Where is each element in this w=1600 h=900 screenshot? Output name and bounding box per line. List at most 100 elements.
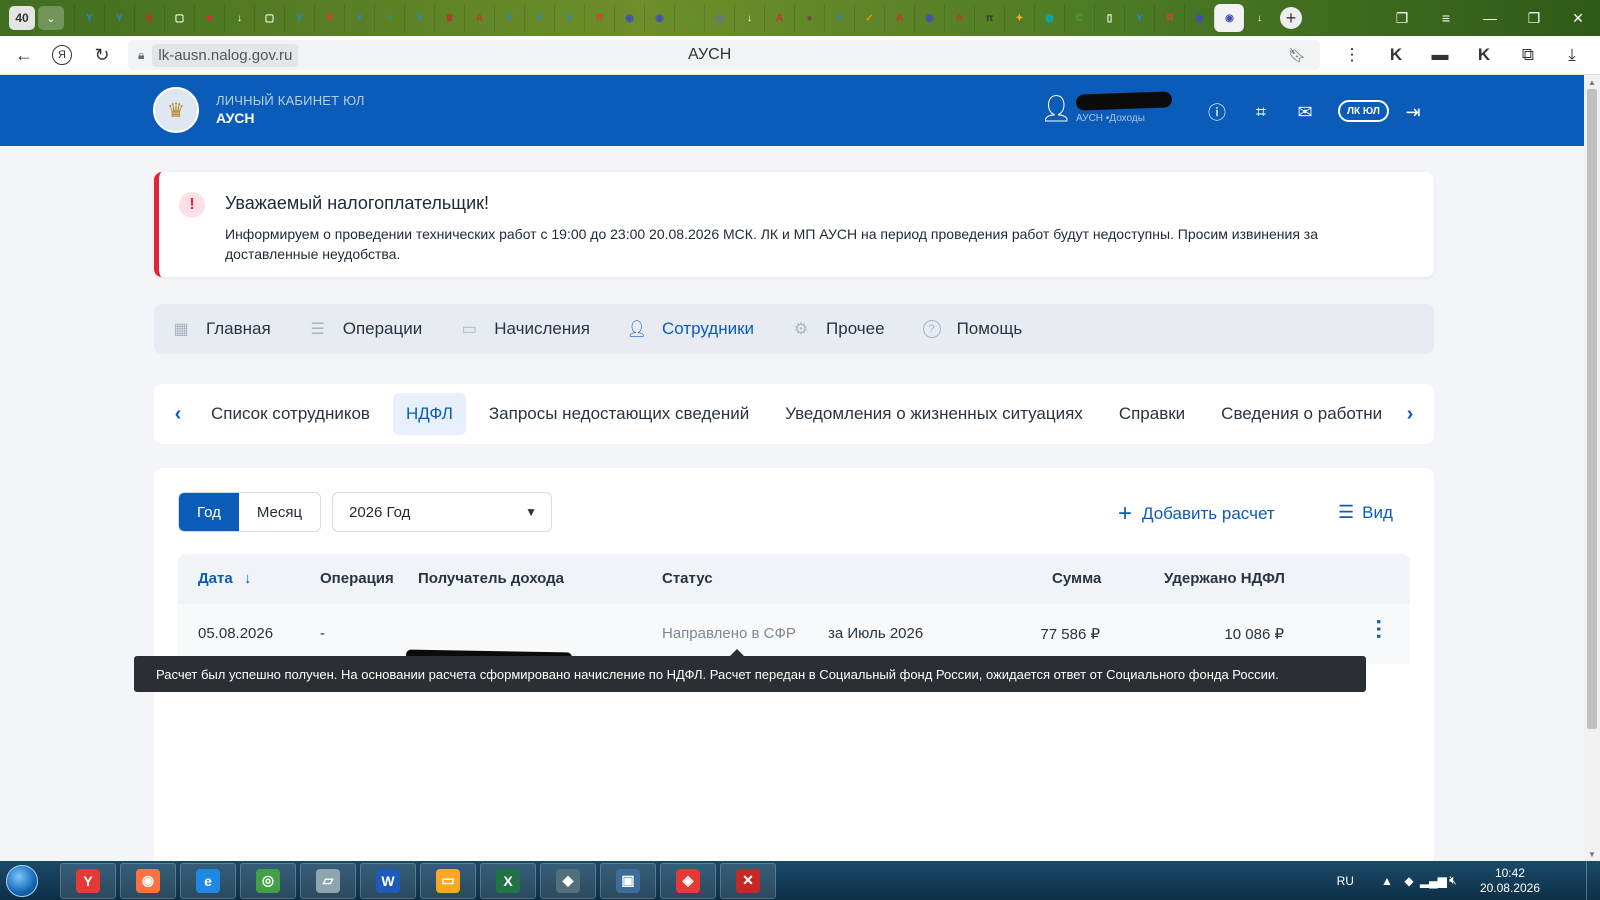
taskbar-app-button[interactable]: ◈ — [660, 862, 716, 899]
browser-tab[interactable]: C — [674, 4, 704, 32]
browser-tab[interactable]: π — [974, 4, 1004, 32]
browser-tab[interactable]: Y — [104, 4, 134, 32]
user-profile[interactable]: 👤︎ АУСН •Доходы — [1040, 91, 1173, 124]
browser-tab[interactable]: Я — [314, 4, 344, 32]
browser-tab[interactable]: Y — [404, 4, 434, 32]
qr-scan-icon[interactable]: ⌗ — [1248, 99, 1274, 125]
subtab[interactable]: Запросы недостающих сведений — [476, 393, 762, 435]
subtab[interactable]: Список сотрудников — [198, 393, 383, 435]
url-text[interactable]: lk-ausn.nalog.gov.ru — [152, 43, 299, 67]
add-calculation-button[interactable]: + Добавить расчет — [1118, 502, 1275, 526]
nav-item[interactable]: ▦ Главная — [172, 319, 270, 339]
browser-tab[interactable]: A — [944, 4, 974, 32]
show-desktop-button[interactable] — [1586, 861, 1600, 900]
mail-icon[interactable]: ✉ — [1292, 99, 1318, 125]
browser-tab[interactable]: ■ — [194, 4, 224, 32]
taskbar-app-button[interactable]: ◎ — [240, 862, 296, 899]
sort-down-arrow-icon[interactable]: ↓ — [244, 570, 252, 587]
chevron-left-icon[interactable]: ‹ — [162, 398, 194, 430]
taskbar-app-button[interactable]: X — [480, 862, 536, 899]
browser-tab[interactable]: ● — [794, 4, 824, 32]
year-select[interactable]: 2026 Год ▼ — [332, 492, 552, 532]
more-vertical-icon[interactable]: ⋮ — [1330, 37, 1374, 73]
language-indicator[interactable]: RU — [1337, 874, 1354, 888]
browser-menu-icon[interactable]: ≡ — [1424, 0, 1468, 36]
close-window-button[interactable]: ✕ — [1556, 0, 1600, 36]
taskbar-app-button[interactable]: ◉ — [120, 862, 176, 899]
nav-item[interactable]: ? Помощь — [922, 319, 1022, 339]
browser-tab[interactable]: Y — [494, 4, 524, 32]
page-scrollbar[interactable]: ▲ ▼ — [1584, 75, 1600, 861]
nav-item[interactable]: ☰ Операции — [309, 319, 423, 339]
browser-tab[interactable]: ♛ — [134, 4, 164, 32]
browser-tab[interactable]: ↓ — [1244, 4, 1274, 32]
minimize-button[interactable]: — — [1468, 0, 1512, 36]
browser-tab[interactable]: ✓ — [854, 4, 884, 32]
row-more-icon[interactable]: ⋯ — [1367, 618, 1392, 640]
period-year-button[interactable]: Год — [179, 493, 239, 531]
browser-tab[interactable]: Y — [1124, 4, 1154, 32]
url-bar[interactable]: 🔒︎ lk-ausn.nalog.gov.ru АУСН 🔖︎ — [128, 40, 1320, 70]
browser-tab[interactable]: ◉ — [914, 4, 944, 32]
browser-tab[interactable]: Я — [1154, 4, 1184, 32]
clock[interactable]: 10:42 20.08.2026 — [1480, 866, 1540, 896]
chevron-right-icon[interactable]: › — [1394, 398, 1426, 430]
browser-tab[interactable]: A — [884, 4, 914, 32]
logout-icon[interactable]: ⇥ — [1400, 99, 1426, 125]
view-button[interactable]: ☰ Вид — [1338, 502, 1393, 523]
header-date[interactable]: Дата — [198, 570, 233, 587]
tab-menu-chevron-icon[interactable]: ⌄ — [38, 6, 64, 30]
browser-tab[interactable]: A — [764, 4, 794, 32]
browser-tab[interactable]: ✦ — [1004, 4, 1034, 32]
new-tab-button[interactable]: + — [1280, 7, 1302, 29]
table-row[interactable]: 05.08.2026 - Направлено в СФР за Июль 20… — [178, 604, 1410, 664]
browser-tab[interactable]: ◉ — [1214, 4, 1244, 32]
browser-tab[interactable]: ▢ — [164, 4, 194, 32]
brand[interactable]: ЛИЧНЫЙ КАБИНЕТ ЮЛ АУСН — [216, 93, 365, 126]
browser-tab[interactable]: A — [464, 4, 494, 32]
reload-icon[interactable]: ↻ — [86, 39, 118, 71]
nav-item[interactable]: ⚙ Прочее — [792, 319, 885, 339]
taskbar-app-button[interactable]: ▣ — [600, 862, 656, 899]
taskbar-app-button[interactable]: ▱ — [300, 862, 356, 899]
browser-tab[interactable]: ≡ — [374, 4, 404, 32]
taskbar-app-button[interactable]: Y — [60, 862, 116, 899]
fns-emblem-logo[interactable]: ♛ — [153, 87, 199, 133]
yandex-home-icon[interactable]: Я — [52, 45, 72, 65]
scroll-up-icon[interactable]: ▲ — [1584, 75, 1600, 89]
browser-tab[interactable]: ◉ — [1184, 4, 1214, 32]
browser-tab[interactable]: Y — [824, 4, 854, 32]
extension-hat-icon[interactable]: ▬ — [1418, 37, 1462, 73]
network-icon[interactable]: ▂▄▆ — [1420, 874, 1447, 888]
subtab[interactable]: Сведения о работни — [1208, 393, 1388, 435]
browser-tab[interactable]: C — [1064, 4, 1094, 32]
browser-tab[interactable]: ◉ — [644, 4, 674, 32]
nav-item[interactable]: ▭ Начисления — [460, 319, 590, 339]
extensions-icon[interactable]: ⧉ — [1506, 37, 1550, 73]
browser-tab[interactable]: Y — [554, 4, 584, 32]
extension-k2-icon[interactable]: K — [1462, 37, 1506, 73]
scroll-thumb[interactable] — [1587, 89, 1597, 729]
taskbar-app-button[interactable]: ◆ — [540, 862, 596, 899]
back-arrow-icon[interactable]: ← — [8, 39, 40, 71]
browser-tab[interactable]: ◉ — [614, 4, 644, 32]
subtab[interactable]: Справки — [1106, 393, 1198, 435]
tab-counter[interactable]: 40 — [9, 6, 35, 30]
browser-tab[interactable]: ◍ — [1034, 4, 1064, 32]
bookmark-icon[interactable]: 🔖︎ — [1288, 47, 1306, 64]
subtab[interactable]: Уведомления о жизненных ситуациях — [772, 393, 1096, 435]
browser-tab[interactable]: Y — [74, 4, 104, 32]
start-button[interactable] — [0, 861, 44, 900]
scroll-down-icon[interactable]: ▼ — [1584, 847, 1600, 861]
lk-switch-button[interactable]: ЛК ЮЛ — [1338, 100, 1389, 122]
tray-expand-icon[interactable]: ▲ — [1376, 874, 1398, 888]
taskbar-app-button[interactable]: ✕ — [720, 862, 776, 899]
volume-muted-icon[interactable]: 🔇︎ — [1442, 873, 1464, 888]
browser-tab[interactable]: Я — [584, 4, 614, 32]
browser-tab[interactable]: ▢ — [254, 4, 284, 32]
browser-tab[interactable]: Y — [284, 4, 314, 32]
subtab[interactable]: НДФЛ — [392, 393, 466, 435]
taskbar-app-button[interactable]: W — [360, 862, 416, 899]
browser-tab[interactable]: ↓ — [224, 4, 254, 32]
period-month-button[interactable]: Месяц — [239, 493, 320, 531]
